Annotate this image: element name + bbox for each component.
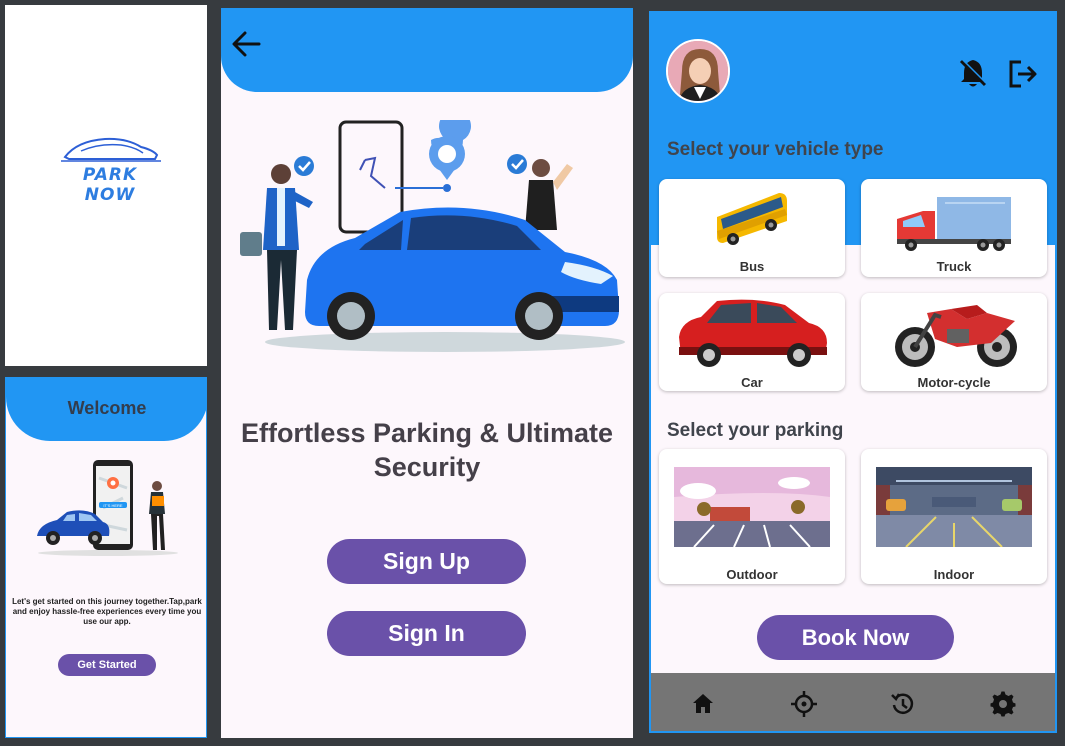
vehicle-label: Truck: [936, 259, 972, 274]
parking-card-outdoor[interactable]: Outdoor: [659, 449, 845, 584]
welcome-title: Welcome: [67, 398, 147, 418]
history-icon[interactable]: [886, 687, 920, 721]
bus-icon: [717, 193, 787, 245]
parking-label: Indoor: [933, 567, 975, 582]
vehicle-card-car[interactable]: Car: [659, 293, 845, 391]
app-logo: PARK NOW: [55, 133, 165, 205]
settings-icon[interactable]: [986, 687, 1020, 721]
parking-label: Outdoor: [726, 567, 778, 582]
svg-text:IT'S HERE: IT'S HERE: [103, 503, 123, 508]
vehicle-label: Motor-cycle: [917, 375, 991, 390]
welcome-screen: Welcome IT'S HERE Let's get started on t…: [5, 377, 207, 738]
book-now-button[interactable]: Book Now: [757, 615, 954, 660]
parking-card-indoor[interactable]: Indoor: [861, 449, 1047, 584]
home-icon[interactable]: [686, 687, 720, 721]
car-icon: [679, 299, 827, 367]
get-started-button[interactable]: Get Started: [58, 654, 156, 676]
vehicle-label: Bus: [739, 259, 765, 274]
app-logo-text: PARK NOW: [82, 165, 138, 205]
welcome-header: Welcome: [6, 378, 206, 441]
splash-screen: PARK NOW: [5, 5, 207, 366]
indoor-parking-image: [876, 467, 1032, 547]
logout-icon[interactable]: [1007, 59, 1039, 89]
auth-screen: Effortless Parking & Ultimate Security S…: [221, 8, 633, 738]
vehicle-card-motorcycle[interactable]: Motor-cycle: [861, 293, 1047, 391]
parking-illustration: [240, 120, 625, 352]
auth-headline: Effortless Parking & Ultimate Security: [240, 418, 614, 482]
vehicle-section-title: Select your vehicle type: [667, 139, 884, 160]
vehicle-label: Car: [741, 375, 763, 390]
notifications-off-icon[interactable]: [958, 57, 988, 89]
location-icon[interactable]: [787, 687, 821, 721]
welcome-description: Let's get started on this journey togeth…: [12, 597, 202, 626]
vehicle-card-truck[interactable]: Truck: [861, 179, 1047, 277]
car-outline-icon: [61, 137, 161, 162]
bottom-navigation: [651, 673, 1055, 731]
welcome-illustration: IT'S HERE: [37, 460, 178, 556]
outdoor-parking-image: [674, 467, 830, 547]
parking-section-title: Select your parking: [667, 420, 844, 441]
user-avatar[interactable]: [666, 39, 730, 103]
motorcycle-icon: [895, 305, 1017, 367]
sign-in-button[interactable]: Sign In: [327, 611, 526, 656]
truck-icon: [897, 197, 1011, 251]
vehicle-card-bus[interactable]: Bus: [659, 179, 845, 277]
back-arrow-icon[interactable]: [229, 26, 265, 62]
auth-header: [221, 8, 633, 92]
home-screen: Select your vehicle type Bus Truck Car M…: [649, 11, 1057, 733]
sign-up-button[interactable]: Sign Up: [327, 539, 526, 584]
